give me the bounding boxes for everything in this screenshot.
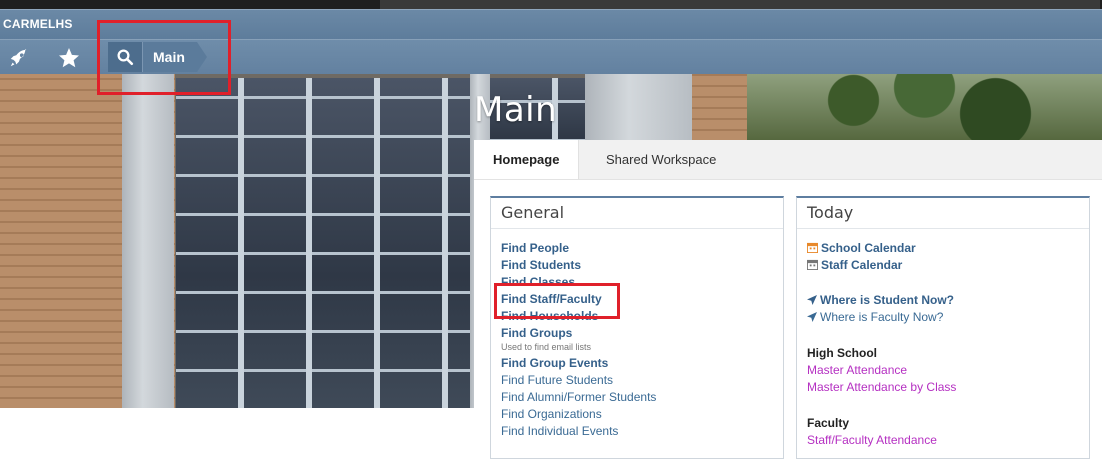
faculty-heading: Faculty [807,416,850,430]
staff-calendar-link[interactable]: Staff Calendar [807,258,902,273]
find-organizations-link[interactable]: Find Organizations [501,407,602,421]
staff-calendar-label: Staff Calendar [821,258,903,272]
tab-shared-workspace[interactable]: Shared Workspace [587,140,735,179]
high-school-heading: High School [807,346,877,360]
star-icon[interactable] [56,46,82,70]
school-calendar-label: School Calendar [821,241,916,255]
where-student-label: Where is Student Now? [820,293,955,307]
find-individual-events-link[interactable]: Find Individual Events [501,424,618,438]
find-households-link[interactable]: Find Households [501,309,598,323]
find-alumni-link[interactable]: Find Alumni/Former Students [501,390,656,404]
today-title: Today [797,198,1089,229]
groups-note: Used to find email lists [501,342,592,352]
master-attendance-link[interactable]: Master Attendance [807,363,907,377]
find-classes-link[interactable]: Find Classes [501,275,575,289]
tab-bar: Homepage Shared Workspace [474,140,1102,180]
find-staff-faculty-link[interactable]: Find Staff/Faculty [501,292,602,306]
find-people-link[interactable]: Find People [501,241,569,255]
header-bar: CARMELHS [0,9,1102,40]
breadcrumb: Main [108,42,207,72]
location-arrow-icon [807,311,817,325]
general-title: General [491,198,783,229]
staff-faculty-attendance-link[interactable]: Staff/Faculty Attendance [807,433,937,447]
school-calendar-link[interactable]: School Calendar [807,241,916,256]
location-arrow-icon [807,294,817,308]
top-strip [0,0,1102,9]
calendar-icon [807,259,818,273]
site-name: CARMELHS [3,17,73,31]
search-icon[interactable] [108,42,143,72]
where-faculty-link[interactable]: Where is Faculty Now? [807,310,943,325]
rocket-icon[interactable] [6,46,32,70]
find-students-link[interactable]: Find Students [501,258,581,272]
where-faculty-label: Where is Faculty Now? [820,310,944,324]
find-groups-link[interactable]: Find Groups [501,326,572,340]
page-title: Main [474,90,558,130]
find-group-events-link[interactable]: Find Group Events [501,356,608,370]
where-student-link[interactable]: Where is Student Now? [807,293,954,308]
nav-bar: Main [0,39,1102,75]
breadcrumb-main[interactable]: Main [143,42,207,72]
tab-homepage[interactable]: Homepage [474,140,580,179]
calendar-icon [807,242,818,256]
find-future-students-link[interactable]: Find Future Students [501,373,613,387]
master-attendance-by-class-link[interactable]: Master Attendance by Class [807,380,956,394]
